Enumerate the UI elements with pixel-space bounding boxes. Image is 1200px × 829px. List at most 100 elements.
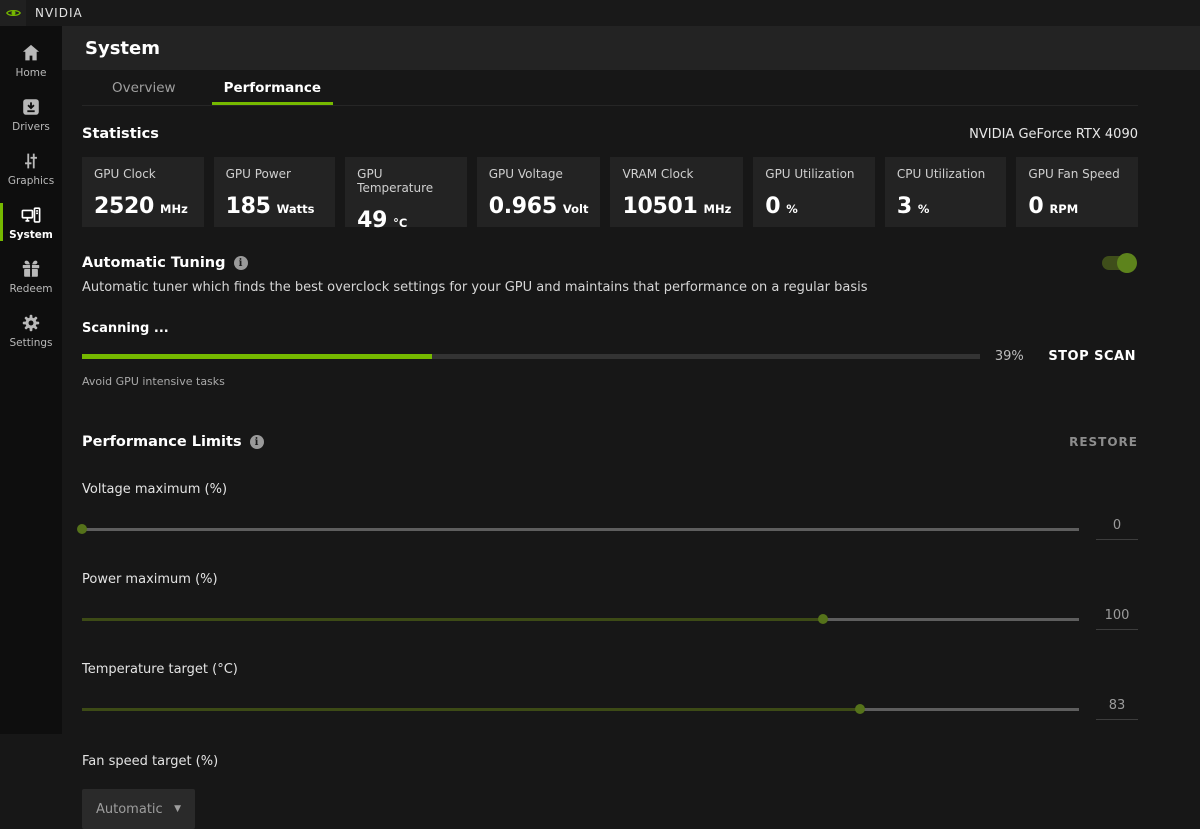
voltage-maximum-slider[interactable]	[77, 524, 1079, 534]
power-maximum-value[interactable]: 100	[1096, 608, 1138, 630]
info-icon[interactable]: i	[249, 435, 264, 449]
nvidia-logo	[0, 0, 26, 26]
stat-unit: °C	[393, 216, 408, 230]
tab-overview[interactable]: Overview	[100, 70, 188, 105]
info-icon[interactable]: i	[233, 256, 248, 270]
stat-value: 0	[1028, 194, 1044, 219]
stat-unit: Watts	[276, 202, 315, 216]
stat-label: GPU Fan Speed	[1028, 167, 1120, 181]
slider-label: Voltage maximum (%)	[82, 482, 228, 497]
automatic-tuning-toggle[interactable]	[1102, 253, 1137, 273]
slider-knob[interactable]	[77, 524, 87, 534]
stat-card-vram-clock: VRAM Clock 10501 MHz	[610, 157, 744, 227]
stat-value: 49	[357, 208, 388, 233]
stop-scan-button[interactable]: STOP SCAN	[1038, 345, 1138, 368]
power-maximum-slider[interactable]	[82, 614, 1079, 624]
system-icon	[21, 206, 41, 223]
sidebar-item-label: Settings	[9, 336, 53, 349]
sidebar-item-settings[interactable]: Settings	[0, 303, 62, 357]
stat-unit: %	[917, 202, 930, 216]
stat-unit: MHz	[160, 202, 188, 216]
stat-label: GPU Temperature	[357, 167, 434, 195]
stat-label: GPU Utilization	[765, 167, 855, 181]
chevron-down-icon: ▼	[174, 804, 181, 814]
drivers-icon	[23, 98, 39, 115]
stat-card-gpu-temperature: GPU Temperature 49 °C	[345, 157, 467, 233]
automatic-tuning-title: Automatic Tuning	[82, 255, 226, 271]
automatic-tuning-description: Automatic tuner which finds the best ove…	[82, 280, 868, 295]
statistics-section: Statistics NVIDIA GeForce RTX 4090 GPU C…	[82, 126, 1138, 233]
stat-card-cpu-utilization: CPU Utilization 3%	[884, 157, 1007, 227]
toggle-knob	[1117, 253, 1137, 273]
statistics-title: Statistics	[82, 126, 159, 142]
sidebar-item-label: Home	[15, 66, 47, 79]
temperature-target-value[interactable]: 83	[1096, 698, 1138, 720]
sidebar-item-graphics[interactable]: Graphics	[0, 141, 62, 195]
page-header: System	[62, 26, 1200, 70]
sidebar-item-system[interactable]: System	[0, 195, 62, 249]
stat-card-gpu-power: GPU Power 185 Watts	[213, 157, 336, 227]
slider-fill	[82, 707, 860, 711]
fan-speed-dropdown[interactable]: Automatic ▼	[82, 789, 195, 829]
stat-unit: RPM	[1049, 202, 1079, 216]
page-title: System	[85, 37, 160, 59]
sidebar-item-drivers[interactable]: Drivers	[0, 87, 62, 141]
stat-label: GPU Power	[225, 167, 291, 181]
stat-card-gpu-clock: GPU Clock 2520 MHz	[82, 157, 204, 227]
stat-unit: Volt	[562, 202, 589, 216]
sidebar-item-label: Drivers	[12, 120, 50, 133]
fan-speed-target-label: Fan speed target (%)	[82, 754, 219, 769]
slider-label: Power maximum (%)	[82, 572, 218, 587]
gpu-name: NVIDIA GeForce RTX 4090	[969, 126, 1138, 142]
stat-value: 0.965	[488, 194, 557, 219]
automatic-tuning-section: Automatic Tuning i Automatic tuner which…	[82, 253, 1138, 388]
slider-knob[interactable]	[817, 614, 828, 624]
home-icon	[22, 44, 40, 60]
scan-status: Scanning ...	[82, 321, 169, 336]
sidebar: Home Drivers Graphics System Redeem Sett…	[0, 26, 62, 734]
stat-label: CPU Utilization	[896, 167, 986, 181]
slider-knob[interactable]	[854, 704, 865, 714]
voltage-maximum-slider-group: Voltage maximum (%) 0	[77, 482, 1138, 540]
restore-button[interactable]: RESTORE	[1069, 435, 1138, 449]
slider-label: Temperature target (°C)	[82, 662, 238, 677]
stat-label: VRAM Clock	[622, 167, 694, 181]
stat-card-gpu-fan-speed: GPU Fan Speed 0 RPM	[1016, 157, 1138, 227]
tab-bar: Overview Performance	[82, 70, 1138, 106]
stat-cards: GPU Clock 2520 MHz GPU Power 185 Watts GPU…	[82, 157, 1138, 233]
temperature-target-slider-group: Temperature target (°C) 83	[82, 662, 1138, 720]
brand-text: NVIDIA	[35, 6, 83, 20]
stat-value: 10501	[622, 194, 698, 219]
sidebar-item-home[interactable]: Home	[0, 33, 62, 87]
scan-hint: Avoid GPU intensive tasks	[82, 375, 225, 388]
top-bar: NVIDIA	[0, 0, 1200, 26]
main-content: Overview Performance Statistics NVIDIA G…	[62, 70, 1200, 829]
scan-progress-bar	[82, 354, 981, 359]
stat-label: GPU Clock	[94, 167, 156, 181]
performance-limits-title: Performance Limits	[82, 434, 242, 450]
voltage-maximum-value[interactable]: 0	[1096, 518, 1138, 540]
stat-value: 0	[765, 194, 781, 219]
scan-progress-row: 39% STOP SCAN	[82, 345, 1138, 368]
sidebar-item-label: System	[9, 228, 53, 241]
stat-unit: %	[786, 202, 798, 216]
stat-unit: MHz	[703, 202, 732, 216]
graphics-sliders-icon	[25, 153, 37, 168]
sidebar-item-label: Graphics	[7, 174, 55, 187]
stat-label: GPU Voltage	[488, 167, 563, 181]
stat-value: 2520	[94, 194, 155, 219]
redeem-gift-icon	[22, 260, 40, 277]
power-maximum-slider-group: Power maximum (%) 100	[82, 572, 1138, 630]
sidebar-item-redeem[interactable]: Redeem	[0, 249, 62, 303]
sidebar-item-label: Redeem	[9, 282, 53, 295]
stat-card-gpu-voltage: GPU Voltage 0.965 Volt	[476, 157, 601, 227]
fan-speed-selected-value: Automatic	[96, 801, 163, 817]
stat-card-gpu-utilization: GPU Utilization 0%	[753, 157, 875, 227]
temperature-target-slider[interactable]	[82, 704, 1079, 714]
stat-value: 185	[225, 194, 271, 219]
fan-speed-target-group: Fan speed target (%) Automatic ▼	[82, 754, 1138, 829]
tab-performance[interactable]: Performance	[211, 70, 334, 105]
performance-limits-section: Performance Limits i RESTORE Voltage max…	[77, 434, 1138, 829]
scan-progress-fill	[82, 354, 433, 359]
slider-fill	[82, 617, 823, 621]
